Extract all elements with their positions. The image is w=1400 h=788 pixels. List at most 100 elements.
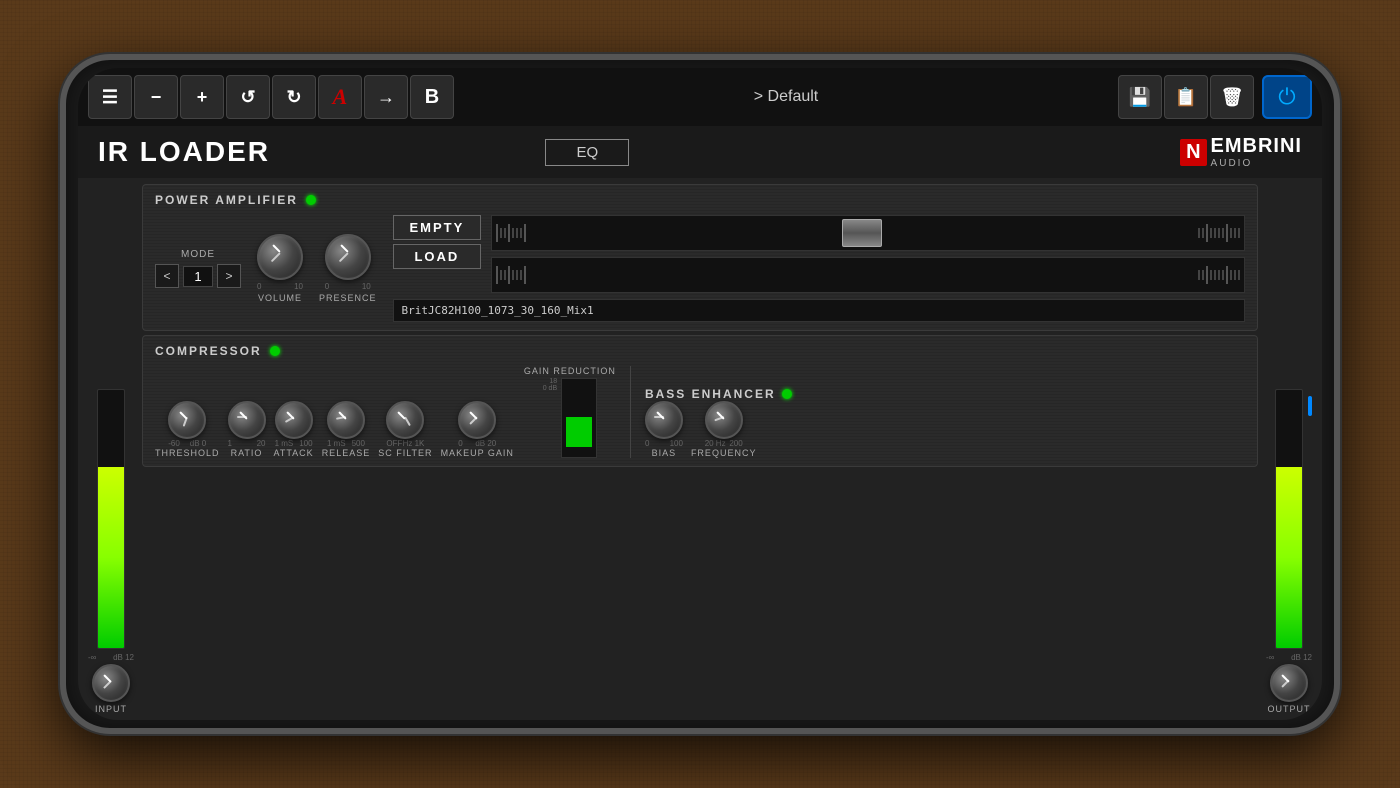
attack-group: 1 mS 100 ATTACK	[274, 401, 314, 458]
frequency-knob[interactable]	[705, 401, 743, 439]
bass-enhancer-area: BASS ENHANCER	[645, 387, 792, 458]
power-amp-header: POWER AMPLIFIER	[155, 193, 1245, 207]
release-label: RELEASE	[322, 448, 371, 458]
compressor-title: COMPRESSOR	[155, 344, 262, 358]
sc-filter-range: OFF Hz 1K	[386, 439, 424, 448]
eq-button[interactable]: EQ	[545, 139, 629, 166]
load-button[interactable]: LOAD	[393, 244, 482, 269]
brand-logo: N EMBRINI AUDIO	[1180, 135, 1302, 169]
plugin-title: IR LOADER	[98, 136, 270, 168]
brand-audio: AUDIO	[1211, 158, 1302, 169]
makeup-gain-label: MAKEUP GAIN	[441, 448, 514, 458]
a-button[interactable]: A	[318, 75, 362, 119]
save-button[interactable]: 💾	[1118, 75, 1162, 119]
gr-fill	[566, 417, 592, 447]
volume-knob-group: 0 10 VOLUME	[257, 234, 303, 303]
threshold-label: THRESHOLD	[155, 448, 220, 458]
ratio-label: RATIO	[231, 448, 263, 458]
save-as-button[interactable]: 📋	[1164, 75, 1208, 119]
mode-control: MODE < 1 >	[155, 249, 241, 288]
output-max: dB 12	[1291, 653, 1312, 662]
threshold-range: -60 dB 0	[168, 439, 206, 448]
release-group: 1 mS 500 RELEASE	[322, 401, 371, 458]
sc-filter-label: SC FILTER	[378, 448, 432, 458]
b-button[interactable]: B	[410, 75, 454, 119]
bass-enhancer-title: BASS ENHANCER	[645, 387, 776, 401]
power-amp-title: POWER AMPLIFIER	[155, 193, 298, 207]
input-max: dB 12	[113, 653, 134, 662]
bass-enhancer-content: 0 100 BIAS	[645, 401, 792, 458]
attack-range: 1 mS 100	[275, 439, 313, 448]
empty-button[interactable]: EMPTY	[393, 215, 482, 240]
makeup-gain-range: 0 dB 20	[458, 439, 496, 448]
minus-button[interactable]: −	[134, 75, 178, 119]
gr-scale-0: 0 dB	[543, 385, 557, 392]
plugin-header: IR LOADER EQ N EMBRINI AUDIO	[78, 126, 1322, 178]
delete-button[interactable]: 🗑	[1210, 75, 1254, 119]
arrow-button[interactable]: →	[364, 75, 408, 119]
volume-label: VOLUME	[258, 293, 302, 303]
menu-button[interactable]: ☰	[88, 75, 132, 119]
presence-label: PRESENCE	[319, 293, 377, 303]
plus-button[interactable]: +	[180, 75, 224, 119]
redo-button[interactable]: ↻	[272, 75, 316, 119]
sc-filter-knob[interactable]	[386, 401, 424, 439]
compressor-knobs: -60 dB 0 THRESHOLD	[155, 401, 514, 458]
compressor-section: COMPRESSOR	[142, 335, 1258, 467]
release-knob[interactable]	[327, 401, 365, 439]
input-vu-fill	[98, 467, 124, 648]
scroll-indicator	[1308, 396, 1312, 416]
toolbar: ☰ − + ↺ ↻ A → B > Default 💾 📋 🗑 ⏻	[78, 68, 1322, 126]
compressor-header: COMPRESSOR	[155, 344, 1245, 358]
mode-label: MODE	[181, 249, 215, 260]
input-knob-range: -∞ dB 12	[88, 653, 134, 662]
power-amp-led[interactable]	[306, 195, 316, 205]
brand-name: EMBRINI	[1211, 135, 1302, 157]
volume-range: 0 10	[257, 282, 303, 291]
release-range: 1 mS 500	[327, 439, 365, 448]
output-vu-container: -∞ dB 12 OUTPUT	[1264, 184, 1314, 714]
threshold-group: -60 dB 0 THRESHOLD	[155, 401, 220, 458]
output-min: -∞	[1266, 653, 1274, 662]
power-button[interactable]: ⏻	[1262, 75, 1312, 119]
input-knob[interactable]	[92, 664, 130, 702]
bias-label: BIAS	[652, 448, 677, 458]
threshold-knob[interactable]	[168, 401, 206, 439]
bias-group: 0 100 BIAS	[645, 401, 683, 458]
output-knob[interactable]	[1270, 664, 1308, 702]
gain-reduction-label: GAIN REDUCTION	[524, 366, 616, 376]
gain-reduction-area: GAIN REDUCTION 18 0 dB	[524, 366, 616, 458]
compressor-led[interactable]	[270, 346, 280, 356]
presence-knob[interactable]	[325, 234, 371, 280]
makeup-gain-knob[interactable]	[458, 401, 496, 439]
mode-next-button[interactable]: >	[217, 264, 241, 288]
bias-knob[interactable]	[645, 401, 683, 439]
output-knob-range: -∞ dB 12	[1266, 653, 1312, 662]
presence-knob-group: 0 10 PRESENCE	[319, 234, 377, 303]
input-knob-indicator	[103, 680, 111, 688]
attack-knob[interactable]	[275, 401, 313, 439]
ir-buttons: EMPTY LOAD	[393, 215, 482, 269]
section-divider	[630, 366, 631, 458]
mode-row: < 1 >	[155, 264, 241, 288]
ratio-group: 1 20 RATIO	[228, 401, 266, 458]
mode-prev-button[interactable]: <	[155, 264, 179, 288]
fader-thumb-top[interactable]	[842, 219, 882, 247]
mode-value: 1	[183, 266, 213, 287]
bass-enhancer-led[interactable]	[782, 389, 792, 399]
bias-range: 0 100	[645, 439, 683, 448]
plugin-body: -∞ dB 12 INPUT POWER AMPLIFIER	[78, 178, 1322, 720]
input-min: -∞	[88, 653, 96, 662]
frequency-label: FREQUENCY	[691, 448, 757, 458]
ir-loader-area: EMPTY LOAD	[393, 215, 1245, 322]
makeup-gain-group: 0 dB 20 MAKEUP GAIN	[441, 401, 514, 458]
ratio-knob[interactable]	[228, 401, 266, 439]
bass-enhancer-header: BASS ENHANCER	[645, 387, 792, 401]
undo-button[interactable]: ↺	[226, 75, 270, 119]
input-vu-container: -∞ dB 12 INPUT	[86, 184, 136, 714]
power-amplifier-section: POWER AMPLIFIER MODE < 1 >	[142, 184, 1258, 331]
volume-knob[interactable]	[257, 234, 303, 280]
phone-container: ☰ − + ↺ ↻ A → B > Default 💾 📋 🗑 ⏻ IR LOA…	[60, 54, 1340, 734]
gr-scale-18: 18	[549, 378, 557, 385]
frequency-group: 20 Hz 200 FREQUENCY	[691, 401, 757, 458]
